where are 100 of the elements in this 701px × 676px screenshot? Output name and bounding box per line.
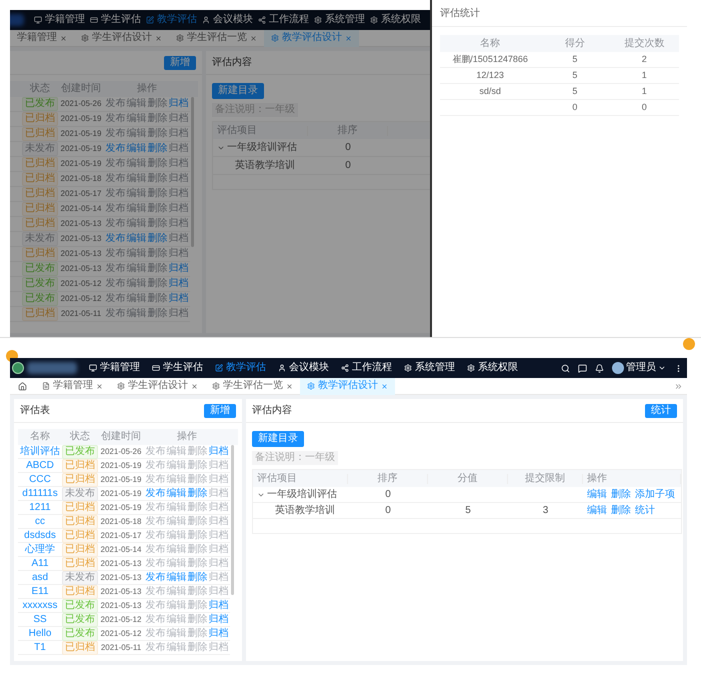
evaluation-link[interactable]: dsdsds (24, 530, 56, 540)
status-badge: 已归档 (62, 542, 98, 556)
table-cell: 5 (572, 71, 578, 80)
action-link[interactable]: 发布 (106, 234, 126, 244)
close-icon[interactable] (60, 34, 67, 42)
action-link[interactable]: 归档 (168, 264, 188, 274)
tab[interactable]: 学生评估设计 (74, 30, 169, 46)
action-link[interactable]: 编辑 (166, 488, 186, 498)
action-link[interactable]: 删除 (611, 490, 631, 500)
avatar[interactable] (612, 362, 624, 374)
action-link[interactable]: 添加子项 (635, 490, 675, 500)
scrollbar[interactable] (231, 445, 234, 595)
new-folder-button[interactable]: 新建目录 (252, 431, 304, 447)
evaluation-link[interactable]: CCC (29, 474, 51, 484)
column-header: 提交次数 (624, 38, 664, 48)
nav-item[interactable]: 系统权限 (370, 15, 421, 25)
close-icon[interactable] (155, 34, 162, 42)
action-link[interactable]: 编辑 (126, 144, 146, 154)
nav-item[interactable]: 教学评估 (146, 15, 197, 25)
tab[interactable]: 学籍管理 (10, 30, 74, 46)
evaluation-link[interactable]: 1211 (29, 502, 51, 512)
evaluation-link[interactable]: 心理学 (25, 544, 55, 554)
action-link[interactable]: 删除 (148, 144, 168, 154)
chevrons-right-icon[interactable] (674, 382, 683, 390)
action-link[interactable]: 发布 (106, 144, 126, 154)
status-badge: 已发布 (22, 262, 58, 276)
action-link[interactable]: 删除 (611, 506, 631, 516)
evaluation-link[interactable]: E11 (31, 586, 49, 596)
nav-item[interactable]: 工作流程 (258, 15, 309, 25)
evaluation-link[interactable]: ABCD (26, 460, 54, 470)
chat-icon[interactable] (578, 364, 587, 372)
user-menu[interactable]: 管理员 (626, 363, 656, 373)
nav-item[interactable]: 教学评估 (215, 363, 266, 373)
action-link[interactable]: 归档 (208, 614, 228, 624)
table-cell: 0 (345, 142, 351, 152)
nav-item[interactable]: 系统权限 (467, 363, 518, 373)
table-cell: 英语教学培训 (275, 506, 335, 516)
evaluation-link[interactable]: xxxxxss (22, 600, 58, 610)
action-link[interactable]: 归档 (208, 600, 228, 610)
action-link[interactable]: 归档 (208, 628, 228, 638)
dim-overlay[interactable] (10, 10, 430, 337)
nav-item[interactable]: 会议模块 (202, 15, 253, 25)
action-link[interactable]: 发布 (146, 488, 166, 498)
action-link[interactable]: 归档 (168, 294, 188, 304)
tab[interactable]: 学生评估设计 (110, 378, 205, 394)
action-link[interactable]: 删除 (188, 572, 208, 582)
close-icon[interactable] (96, 382, 103, 390)
close-icon[interactable] (381, 382, 388, 390)
evaluation-link[interactable]: asd (32, 572, 48, 582)
nav-item[interactable]: 工作流程 (341, 363, 392, 373)
action-link[interactable]: 删除 (148, 234, 168, 244)
tab[interactable]: 学籍管理 (35, 378, 110, 394)
nav-item[interactable]: 学籍管理 (34, 15, 85, 25)
tab[interactable]: 教学评估设计 (300, 378, 395, 394)
status-badge: 已归档 (62, 528, 98, 542)
close-icon[interactable] (250, 34, 257, 42)
action-link[interactable]: 发布 (146, 572, 166, 582)
action-link[interactable]: 统计 (635, 506, 655, 516)
action-link[interactable]: 编辑 (166, 572, 186, 582)
action-link[interactable]: 编辑 (126, 234, 146, 244)
status-badge: 已归档 (22, 307, 58, 321)
status-badge: 未发布 (62, 486, 98, 500)
note-tag: 备注说明：一年级 (252, 451, 338, 465)
new-folder-button[interactable]: 新建目录 (212, 83, 264, 99)
evaluation-link[interactable]: cc (35, 516, 45, 526)
status-badge: 已发布 (62, 626, 98, 640)
date-cell: 2021-05-19 (100, 476, 142, 484)
tab[interactable]: 教学评估设计 (264, 30, 359, 46)
close-icon[interactable] (286, 382, 293, 390)
evaluation-link[interactable]: T1 (34, 642, 46, 652)
evaluation-link[interactable]: 培训评估 (20, 446, 60, 456)
date-cell: 2021-05-13 (60, 235, 102, 243)
nav-item[interactable]: 学籍管理 (89, 363, 140, 373)
status-badge: 已归档 (22, 127, 58, 141)
tab[interactable]: 学生评估一览 (205, 378, 300, 394)
stats-button[interactable]: 统计 (645, 404, 677, 418)
nav-item[interactable]: 学生评估 (90, 15, 141, 25)
evaluation-link[interactable]: Hello (28, 628, 52, 638)
action-link[interactable]: 归档 (168, 279, 188, 289)
column-header: 状态 (30, 84, 50, 94)
tab[interactable]: 学生评估一览 (169, 30, 264, 46)
bell-icon[interactable] (595, 364, 604, 372)
evaluation-link[interactable]: A11 (31, 558, 49, 568)
search-icon[interactable] (561, 364, 570, 372)
evaluation-link[interactable]: d11111s (22, 488, 58, 498)
action-link[interactable]: 编辑 (587, 490, 607, 500)
evaluation-link[interactable]: SS (33, 614, 47, 624)
close-icon[interactable] (191, 382, 198, 390)
nav-item[interactable]: 会议模块 (278, 363, 329, 373)
home-icon[interactable] (18, 382, 27, 390)
action-link[interactable]: 删除 (188, 488, 208, 498)
action-link[interactable]: 编辑 (587, 506, 607, 516)
nav-item[interactable]: 学生评估 (152, 363, 203, 373)
gear-icon (370, 16, 378, 24)
action-link[interactable]: 归档 (168, 99, 188, 109)
add-button[interactable]: 新增 (204, 404, 236, 418)
action-link[interactable]: 归档 (208, 446, 228, 456)
add-button[interactable]: 新增 (164, 56, 196, 70)
nav-item[interactable]: 系统管理 (314, 15, 365, 25)
nav-item[interactable]: 系统管理 (404, 363, 455, 373)
